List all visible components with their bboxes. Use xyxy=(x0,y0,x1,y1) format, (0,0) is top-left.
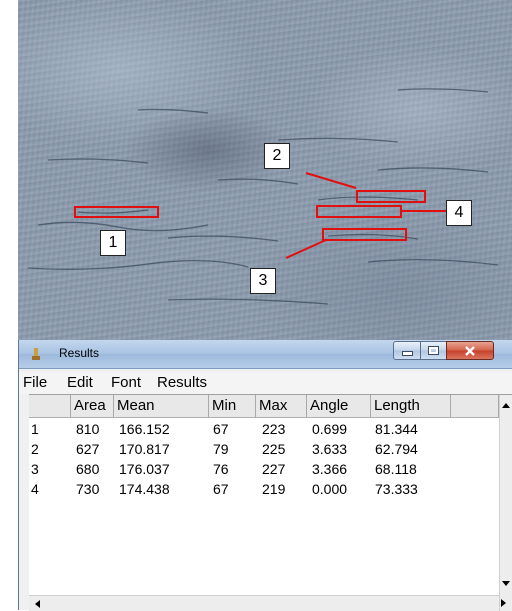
cell-max: 225 xyxy=(262,441,286,457)
cell-area: 810 xyxy=(76,421,100,437)
cell-length: 62.794 xyxy=(375,441,418,457)
label-3: 3 xyxy=(250,268,276,294)
table-header: Area Mean Min Max Angle Length xyxy=(29,395,512,418)
label-1: 1 xyxy=(100,230,126,256)
menu-font[interactable]: Font xyxy=(111,374,141,391)
cell-angle: 3.633 xyxy=(312,441,348,457)
cell-angle: 0.000 xyxy=(312,481,348,497)
cell-mean: 176.037 xyxy=(119,461,170,477)
table-row[interactable]: 4 730 174.438 67 219 0.000 73.333 xyxy=(29,479,499,499)
header-angle[interactable]: Angle xyxy=(307,395,371,417)
roi-4 xyxy=(316,205,402,218)
menu-bar: File Edit Font Results xyxy=(19,372,512,394)
cell-max: 219 xyxy=(262,481,286,497)
cell-length: 73.333 xyxy=(375,481,418,497)
cell-angle: 3.366 xyxy=(312,461,348,477)
cell-max: 223 xyxy=(262,421,286,437)
cell-length: 81.344 xyxy=(375,421,418,437)
header-index[interactable] xyxy=(29,395,71,417)
maximize-icon xyxy=(428,346,439,355)
menu-file[interactable]: File xyxy=(23,374,47,391)
menu-results[interactable]: Results xyxy=(157,374,207,391)
results-table: Area Mean Min Max Angle Length 1 810 166… xyxy=(29,394,512,611)
cell-min: 79 xyxy=(213,441,229,457)
scroll-right-icon[interactable] xyxy=(501,599,506,607)
cell-mean: 174.438 xyxy=(119,481,170,497)
cell-mean: 166.152 xyxy=(119,421,170,437)
close-icon xyxy=(465,345,475,356)
window-title: Results xyxy=(59,346,100,360)
menu-edit[interactable]: Edit xyxy=(67,374,93,391)
table-row[interactable]: 1 810 166.152 67 223 0.699 81.344 xyxy=(29,419,499,439)
vertical-scrollbar[interactable] xyxy=(499,395,512,611)
horizontal-scrollbar[interactable] xyxy=(29,595,499,611)
roi-2 xyxy=(356,190,426,203)
header-mean[interactable]: Mean xyxy=(114,395,209,417)
scroll-down-icon[interactable] xyxy=(502,581,510,586)
minimize-button[interactable] xyxy=(393,341,421,360)
title-bar[interactable]: Results xyxy=(19,340,512,369)
cell-index: 4 xyxy=(31,481,39,497)
cell-area: 680 xyxy=(76,461,100,477)
cell-max: 227 xyxy=(262,461,286,477)
cell-area: 730 xyxy=(76,481,100,497)
header-empty[interactable] xyxy=(451,395,499,417)
roi-1 xyxy=(74,206,159,218)
scroll-up-icon[interactable] xyxy=(502,403,510,408)
maximize-button[interactable] xyxy=(420,341,447,360)
header-min[interactable]: Min xyxy=(209,395,256,417)
micrograph-image: 1 2 3 4 xyxy=(18,0,512,340)
table-row[interactable]: 2 627 170.817 79 225 3.633 62.794 xyxy=(29,439,499,459)
table-row[interactable]: 3 680 176.037 76 227 3.366 68.118 xyxy=(29,459,499,479)
label-2: 2 xyxy=(264,143,290,169)
results-window: Results File Edit Font Results Area Mean… xyxy=(18,340,512,611)
header-area[interactable]: Area xyxy=(71,395,114,417)
header-max[interactable]: Max xyxy=(256,395,307,417)
cell-index: 3 xyxy=(31,461,39,477)
cell-angle: 0.699 xyxy=(312,421,348,437)
cell-index: 2 xyxy=(31,441,39,457)
header-length[interactable]: Length xyxy=(371,395,451,417)
cell-min: 67 xyxy=(213,481,229,497)
cell-min: 67 xyxy=(213,421,229,437)
minimize-icon xyxy=(401,351,413,356)
cell-length: 68.118 xyxy=(375,461,417,477)
cell-index: 1 xyxy=(31,421,39,437)
close-button[interactable] xyxy=(446,341,494,360)
cell-mean: 170.817 xyxy=(119,441,170,457)
label-4: 4 xyxy=(446,200,472,226)
cell-min: 76 xyxy=(213,461,229,477)
scroll-left-icon[interactable] xyxy=(35,600,40,608)
roi-3 xyxy=(322,228,407,241)
imagej-icon xyxy=(32,348,40,360)
cell-area: 627 xyxy=(76,441,100,457)
